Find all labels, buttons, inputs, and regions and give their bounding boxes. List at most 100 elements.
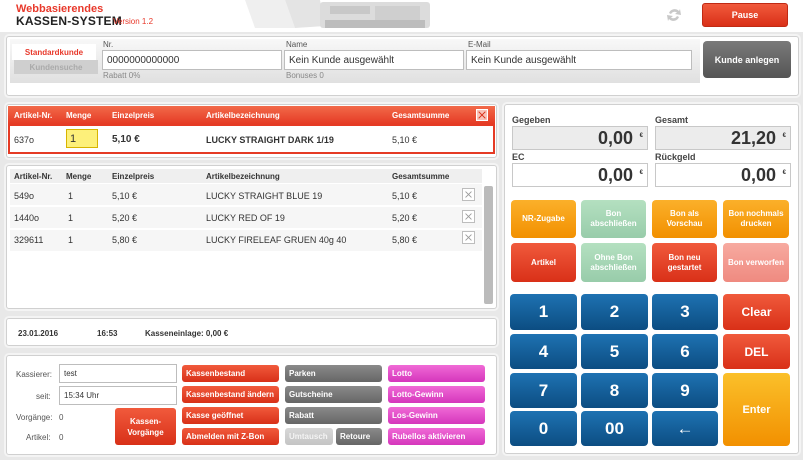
kassierer-field[interactable]: test [59, 364, 177, 383]
lotto-button[interactable]: Lotto [388, 365, 485, 382]
kassenbestand-button[interactable]: Kassenbestand [182, 365, 279, 382]
kassenbestand-aendern-button[interactable]: Kassenbestand ändern [182, 386, 279, 403]
nr-zugabe-button[interactable]: NR-Zugabe [511, 200, 576, 238]
key-5[interactable]: 5 [581, 334, 648, 369]
customer-email-field[interactable]: Kein Kunde ausgewählt [466, 50, 692, 70]
bon-abschliessen-button[interactable]: Bon abschließen [581, 200, 646, 238]
col-menge: Menge [66, 111, 92, 120]
email-label: E-Mail [468, 40, 491, 49]
current-bezeichnung: LUCKY STRAIGHT DARK 1/19 [206, 135, 334, 145]
bon-nochmals-button[interactable]: Bon nochmals drucken [723, 200, 789, 238]
tab-kundensuche[interactable]: Kundensuche [14, 60, 98, 74]
currency-label: € [639, 170, 643, 176]
gegeben-display[interactable]: 0,00 € [512, 126, 648, 150]
close-icon[interactable] [476, 109, 488, 121]
key-4[interactable]: 4 [510, 334, 577, 369]
parken-button[interactable]: Parken [285, 365, 382, 382]
row-bezeichnung: LUCKY FIRELEAF GRUEN 40g 40 [206, 235, 347, 245]
bon-neu-button[interactable]: Bon neu gestartet [652, 243, 717, 282]
kassen-vorgaenge-button[interactable]: Kassen-Vorgänge [115, 408, 176, 445]
lotto-gewinn-button[interactable]: Lotto-Gewinn [388, 386, 485, 403]
customer-name-field[interactable]: Kein Kunde ausgewählt [284, 50, 464, 70]
list-col-einzelpreis: Einzelpreis [112, 172, 155, 181]
currency-label: € [782, 170, 786, 176]
vorgaenge-label: Vorgänge: [16, 413, 53, 422]
umtausch-button[interactable]: Umtausch [285, 428, 333, 445]
bon-vorschau-button[interactable]: Bon als Vorschau [652, 200, 717, 238]
seit-label: seit: [36, 392, 51, 401]
gutscheine-button[interactable]: Gutscheine [285, 386, 382, 403]
refresh-icon[interactable] [664, 5, 684, 25]
clear-button[interactable]: Clear [723, 294, 790, 330]
list-col-bezeichnung: Artikelbezeichnung [206, 172, 280, 181]
key-7[interactable]: 7 [510, 373, 577, 408]
row-menge: 1 [68, 191, 74, 201]
nr-label: Nr. [103, 40, 114, 49]
key-9[interactable]: 9 [652, 373, 718, 408]
name-label: Name [286, 40, 308, 49]
row-gesamt: 5,80 € [392, 235, 418, 245]
col-bezeichnung: Artikelbezeichnung [206, 111, 280, 120]
info-strip [6, 318, 497, 346]
rabatt-label: Rabatt 0% [103, 71, 141, 80]
artikel-value: 0 [59, 433, 64, 442]
version-label: Version 1.2 [113, 17, 154, 26]
enter-button[interactable]: Enter [723, 373, 790, 446]
key-00[interactable]: 00 [581, 411, 648, 446]
key-2[interactable]: 2 [581, 294, 648, 330]
quantity-input[interactable]: 1 [66, 129, 98, 148]
retoure-button[interactable]: Retoure [336, 428, 382, 445]
list-col-menge: Menge [66, 172, 92, 181]
rabatt-button[interactable]: Rabatt [285, 407, 382, 424]
row-artnr: 329611 [14, 235, 44, 245]
rueckgeld-display: 0,00 € [655, 163, 791, 187]
remove-item-icon[interactable] [462, 188, 475, 201]
seit-field[interactable]: 15:34 Uhr [59, 386, 177, 405]
col-artnr: Artikel-Nr. [14, 111, 53, 120]
pause-button[interactable]: Pause [702, 3, 788, 27]
key-8[interactable]: 8 [581, 373, 648, 408]
ec-label: EC [512, 152, 525, 162]
backspace-icon[interactable]: ← [652, 411, 718, 446]
gegeben-label: Gegeben [512, 115, 551, 125]
abmelden-button[interactable]: Abmelden mit Z-Bon [182, 428, 279, 445]
rubellos-button[interactable]: Rubellos aktivieren [388, 428, 485, 445]
bonuses-label: Bonuses 0 [286, 71, 324, 80]
gesamt-value: 21,20 [730, 127, 776, 148]
remove-item-icon[interactable] [462, 210, 475, 223]
create-customer-button[interactable]: Kunde anlegen [703, 41, 791, 78]
currency-label: € [782, 133, 786, 139]
ohne-bon-button[interactable]: Ohne Bon abschließen [581, 243, 646, 282]
remove-item-icon[interactable] [462, 231, 475, 244]
row-einzelpreis: 5,80 € [112, 235, 138, 245]
info-date: 23.01.2016 [18, 329, 59, 338]
list-col-gesamt: Gesamtsumme [392, 172, 450, 181]
col-einzelpreis: Einzelpreis [112, 111, 155, 120]
customer-nr-field[interactable]: 0000000000000 [102, 50, 282, 70]
ec-display[interactable]: 0,00 € [512, 163, 648, 187]
kasse-geoeffnet-button[interactable]: Kasse geöffnet [182, 407, 279, 424]
tab-standardkunde[interactable]: Standardkunde [12, 44, 96, 60]
key-0[interactable]: 0 [510, 411, 577, 446]
vorgaenge-value: 0 [59, 413, 64, 422]
row-menge: 1 [68, 213, 74, 223]
bon-verworfen-button[interactable]: Bon verworfen [723, 243, 789, 282]
row-einzelpreis: 5,10 € [112, 191, 138, 201]
artikel-label: Artikel: [26, 433, 51, 442]
key-1[interactable]: 1 [510, 294, 577, 330]
key-6[interactable]: 6 [652, 334, 718, 369]
key-3[interactable]: 3 [652, 294, 718, 330]
del-button[interactable]: DEL [723, 334, 790, 369]
gesamt-label: Gesamt [655, 115, 689, 125]
list-col-artnr: Artikel-Nr. [14, 172, 53, 181]
current-gesamt: 5,10 € [392, 135, 418, 145]
gegeben-value: 0,00 [597, 127, 633, 148]
info-time: 16:53 [97, 329, 118, 338]
rueckgeld-label: Rückgeld [655, 152, 696, 162]
artikel-button[interactable]: Artikel [511, 243, 576, 282]
ec-value: 0,00 [597, 164, 633, 185]
list-scrollbar[interactable] [484, 186, 493, 304]
rueckgeld-value: 0,00 [740, 164, 776, 185]
los-gewinn-button[interactable]: Los-Gewinn [388, 407, 485, 424]
row-bezeichnung: LUCKY RED OF 19 [206, 213, 285, 223]
